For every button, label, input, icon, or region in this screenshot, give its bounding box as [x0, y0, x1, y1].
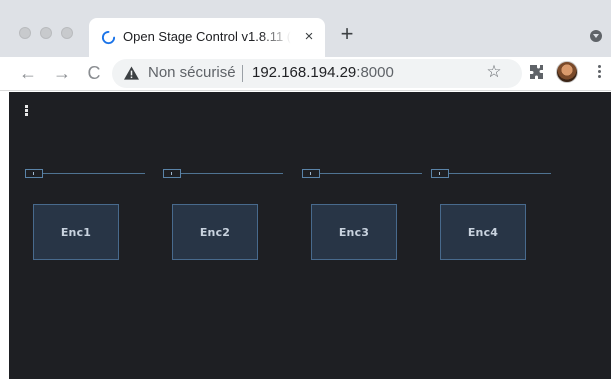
warning-triangle-icon[interactable]: [124, 66, 139, 80]
tab-search-icon[interactable]: [590, 30, 602, 42]
app-canvas: Enc1 Enc2 Enc3 Enc4: [9, 92, 611, 379]
url-host: 192.168.194.29: [252, 64, 357, 81]
tab-close-button[interactable]: ×: [300, 28, 318, 46]
enc2-button[interactable]: Enc2: [172, 204, 258, 260]
puzzle-icon[interactable]: [528, 64, 544, 80]
enc-label: Enc3: [338, 225, 370, 239]
new-tab-button[interactable]: +: [337, 23, 357, 45]
browser-toolbar: ← → C Non sécurisé 192.168.194.29:8000: [0, 57, 611, 91]
window-zoom-button[interactable]: [61, 27, 73, 39]
url-text[interactable]: 192.168.194.29:8000: [252, 64, 394, 81]
fader-track: [179, 173, 283, 174]
enc-label: Enc2: [199, 225, 231, 239]
fader-1[interactable]: [25, 169, 148, 179]
fader-handle[interactable]: [163, 169, 181, 178]
window-minimize-button[interactable]: [40, 27, 52, 39]
bookmark-star-icon[interactable]: ☆: [485, 62, 503, 82]
enc3-button[interactable]: Enc3: [311, 204, 397, 260]
loading-spinner-icon: [101, 30, 116, 45]
address-bar[interactable]: Non sécurisé 192.168.194.29:8000: [112, 59, 522, 88]
reload-button[interactable]: C: [83, 62, 105, 84]
tab-open-stage-control[interactable]: Open Stage Control v1.8.11 (pr ×: [89, 18, 325, 57]
fader-3[interactable]: [302, 169, 425, 179]
forward-button[interactable]: →: [51, 62, 73, 84]
avatar[interactable]: [556, 61, 578, 83]
enc-label: Enc1: [60, 225, 92, 239]
fader-track: [447, 173, 551, 174]
fader-handle[interactable]: [302, 169, 320, 178]
fader-handle[interactable]: [431, 169, 449, 178]
fader-2[interactable]: [163, 169, 286, 179]
fader-handle[interactable]: [25, 169, 43, 178]
window-close-button[interactable]: [19, 27, 31, 39]
tab-strip: Open Stage Control v1.8.11 (pr × +: [0, 0, 611, 57]
enc-label: Enc4: [467, 225, 499, 239]
enc4-button[interactable]: Enc4: [440, 204, 526, 260]
enc1-button[interactable]: Enc1: [33, 204, 119, 260]
fader-track: [41, 173, 145, 174]
address-separator: [242, 65, 243, 82]
url-port: :8000: [356, 64, 394, 81]
fader-track: [318, 173, 422, 174]
kebab-menu-icon[interactable]: [594, 63, 604, 81]
tab-title: Open Stage Control v1.8.11 (pr: [123, 29, 291, 44]
app-menu-icon[interactable]: [23, 104, 29, 120]
fader-4[interactable]: [431, 169, 554, 179]
back-button[interactable]: ←: [17, 62, 39, 84]
security-label[interactable]: Non sécurisé: [148, 64, 236, 81]
